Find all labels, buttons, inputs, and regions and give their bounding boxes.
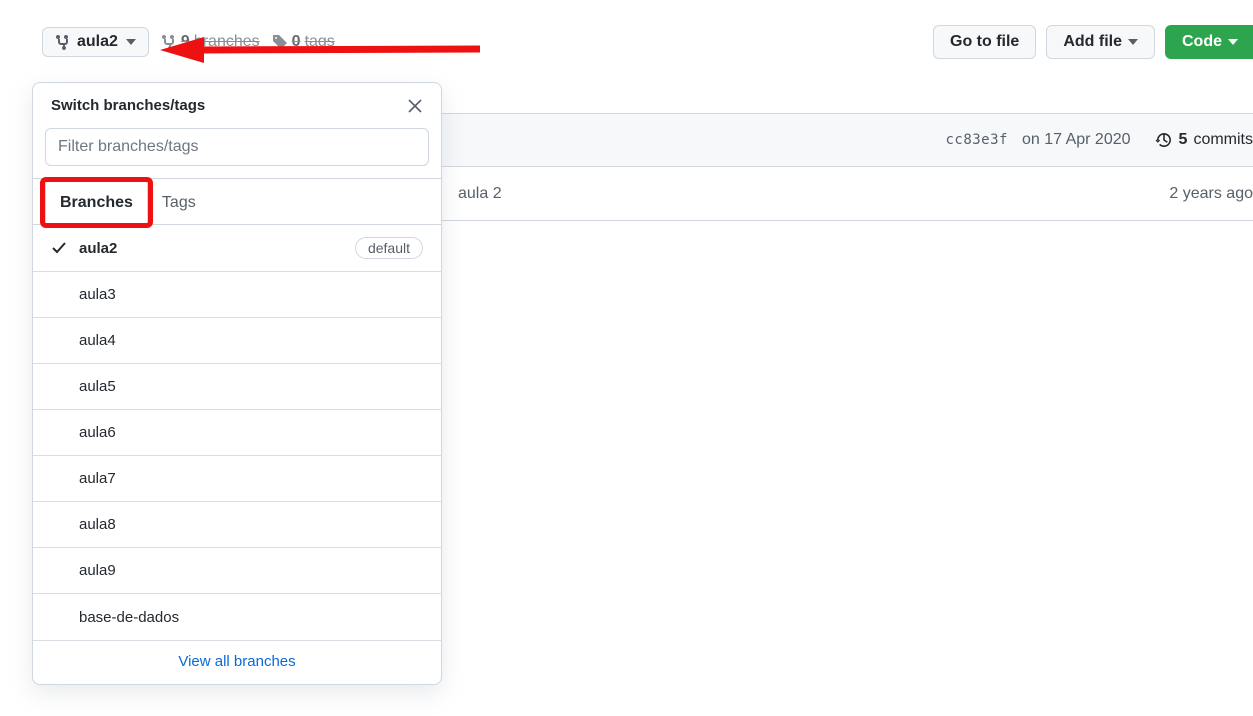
- branch-item[interactable]: aula5: [33, 364, 441, 410]
- branches-label: branches: [194, 33, 260, 51]
- branch-item[interactable]: aula9: [33, 548, 441, 594]
- commit-sha[interactable]: cc83e3f: [945, 132, 1008, 148]
- branch-dropdown: Switch branches/tags Branches Tags aula2…: [32, 82, 442, 685]
- branch-item[interactable]: aula3: [33, 272, 441, 318]
- branch-name: aula6: [79, 424, 423, 441]
- tab-branches[interactable]: Branches: [45, 179, 148, 225]
- file-age: 2 years ago: [1169, 185, 1253, 203]
- tags-count: 0: [292, 33, 301, 51]
- check-icon: [51, 240, 79, 256]
- caret-down-icon: [1228, 39, 1238, 45]
- default-branch-badge: default: [355, 237, 423, 259]
- add-file-button[interactable]: Add file: [1046, 25, 1155, 59]
- tag-icon: [272, 34, 288, 50]
- branches-count-link[interactable]: 9 branches: [161, 33, 260, 51]
- view-all-branches-link[interactable]: View all branches: [178, 653, 295, 670]
- branch-icon: [161, 34, 177, 50]
- branch-item[interactable]: aula7: [33, 456, 441, 502]
- caret-down-icon: [126, 39, 136, 45]
- history-icon: [1155, 131, 1173, 149]
- code-label: Code: [1182, 33, 1222, 51]
- branch-name: aula5: [79, 378, 423, 395]
- toolbar-right-group: Go to file Add file Code: [933, 25, 1253, 59]
- commit-message: aula 2: [458, 185, 502, 203]
- branch-name: aula2: [79, 240, 355, 257]
- commits-history-link[interactable]: 5 commits: [1155, 131, 1253, 149]
- commits-label: commits: [1193, 131, 1253, 149]
- close-icon[interactable]: [407, 98, 423, 114]
- branch-name: aula7: [79, 470, 423, 487]
- branch-name: base-de-dados: [79, 609, 423, 626]
- dropdown-tabs: Branches Tags: [33, 179, 441, 225]
- tab-tags[interactable]: Tags: [148, 180, 210, 224]
- branch-list: aula2default aula3 aula4 aula5 aula6 aula7 aul…: [33, 225, 441, 640]
- branch-item[interactable]: aula4: [33, 318, 441, 364]
- branches-count: 9: [181, 33, 190, 51]
- branch-item[interactable]: aula2default: [33, 225, 441, 272]
- branch-current-name: aula2: [77, 33, 118, 51]
- branch-name: aula8: [79, 516, 423, 533]
- tags-count-link[interactable]: 0 tags: [272, 33, 335, 51]
- go-to-file-button[interactable]: Go to file: [933, 25, 1036, 59]
- branch-name: aula3: [79, 286, 423, 303]
- dropdown-header: Switch branches/tags: [33, 83, 441, 128]
- commit-date: on 17 Apr 2020: [1022, 131, 1131, 149]
- filter-input[interactable]: [45, 128, 429, 166]
- branch-select-button[interactable]: aula2: [42, 27, 149, 57]
- code-button[interactable]: Code: [1165, 25, 1253, 59]
- caret-down-icon: [1128, 39, 1138, 45]
- branch-item[interactable]: aula8: [33, 502, 441, 548]
- branch-item[interactable]: base-de-dados: [33, 594, 441, 640]
- repo-toolbar: aula2 9 branches 0 tags Go to file Add f…: [0, 0, 1253, 59]
- branch-item[interactable]: aula6: [33, 410, 441, 456]
- view-all-wrap: View all branches: [33, 640, 441, 684]
- add-file-label: Add file: [1063, 33, 1122, 51]
- tags-label: tags: [305, 33, 335, 51]
- commits-count: 5: [1179, 131, 1188, 149]
- filter-wrap: [33, 128, 441, 179]
- branch-name: aula9: [79, 562, 423, 579]
- branch-name: aula4: [79, 332, 423, 349]
- dropdown-title: Switch branches/tags: [51, 97, 205, 114]
- branch-icon: [55, 34, 71, 50]
